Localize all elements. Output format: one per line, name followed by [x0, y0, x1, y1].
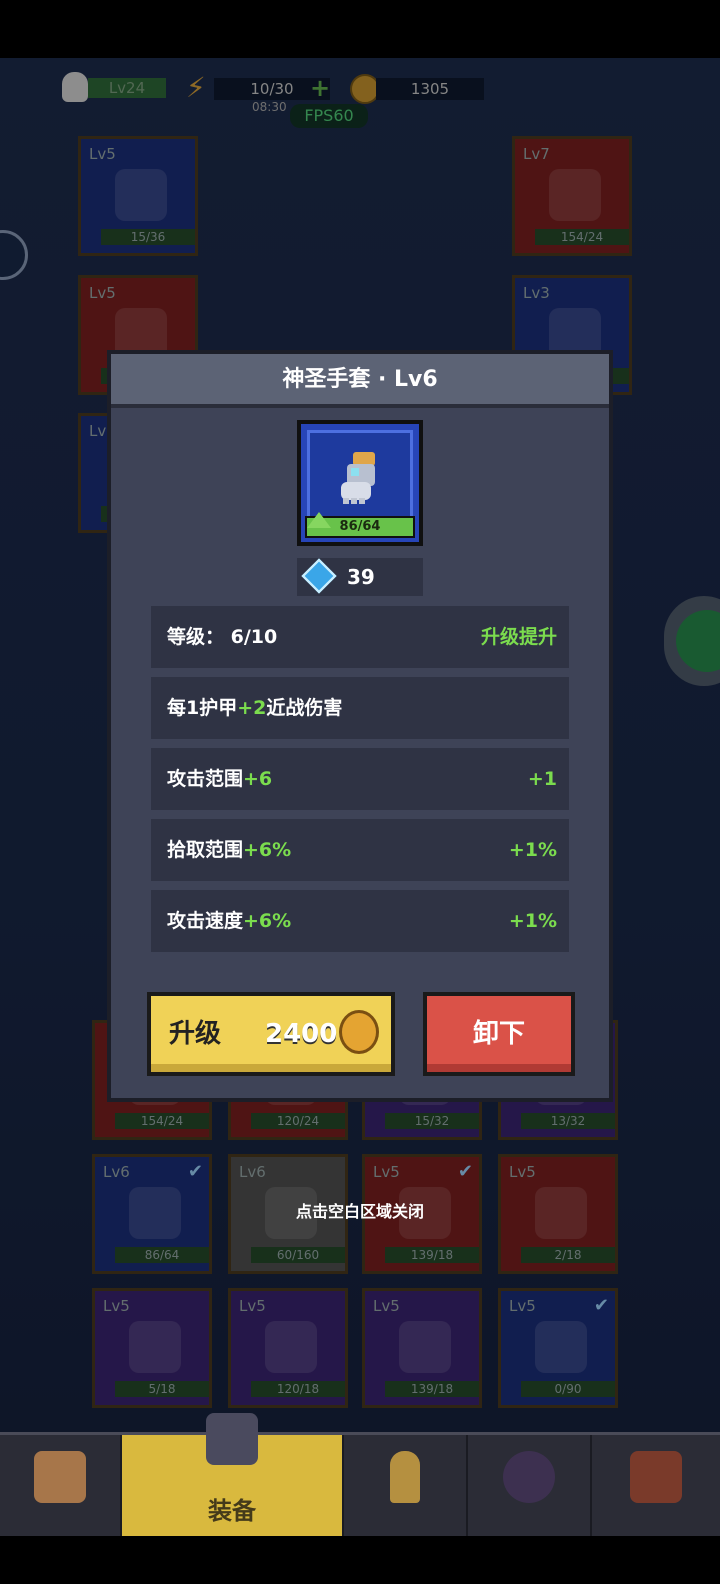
stat-row-attack-speed: 攻击速度+6% +1% [151, 890, 569, 952]
unequip-button[interactable]: 卸下 [423, 992, 575, 1076]
stat-name: 攻击范围+6 [167, 748, 272, 810]
navigation-bar-area [0, 1536, 720, 1584]
armor-icon [206, 1413, 258, 1465]
stat-bonus: +1% [508, 839, 557, 861]
stat-value: +6% [243, 910, 292, 932]
effect-value: +2 [237, 697, 267, 719]
stat-name: 攻击速度+6% [167, 890, 291, 952]
stat-label: 拾取范围 [167, 839, 244, 861]
box-icon [34, 1451, 86, 1503]
stat-row-pickup-range: 拾取范围+6% +1% [151, 819, 569, 881]
gem-cost: 39 [297, 558, 423, 596]
level-row: 等级： 6/10 升级提升 [151, 606, 569, 668]
stat-bonus: +1% [508, 910, 557, 932]
effect-suffix: 近战伤害 [266, 697, 343, 719]
tab-equipment[interactable]: 装备 [122, 1413, 344, 1539]
effect-prefix: 每1护甲 [167, 697, 238, 719]
tab-bullet[interactable] [344, 1435, 468, 1539]
effect-row: 每1护甲+2近战伤害 [151, 677, 569, 739]
stat-value: +6 [243, 768, 273, 790]
item-progress-text: 86/64 [339, 519, 381, 534]
upgrade-button[interactable]: 升级 2400 [147, 992, 395, 1076]
tab-equipment-label: 装备 [208, 1497, 256, 1525]
tab-box[interactable] [0, 1435, 122, 1539]
level-upgrade-hint: 升级提升 [480, 626, 557, 648]
close-hint-text: 点击空白区域关闭 [295, 1202, 424, 1221]
book-icon [630, 1451, 682, 1503]
item-icon-frame: 86/64 [297, 420, 423, 546]
blue-gem-icon [301, 558, 337, 594]
level-label: 等级： [167, 626, 225, 648]
stat-name: 拾取范围+6% [167, 819, 291, 881]
modal-title: 神圣手套 · Lv6 [111, 354, 609, 408]
stat-label: 攻击范围 [167, 768, 244, 790]
gem-count: 39 [347, 565, 375, 589]
bullet-icon [390, 1451, 420, 1503]
stat-value: +6% [243, 839, 292, 861]
level-value: 6/10 [230, 626, 278, 648]
tab-pentagram[interactable] [468, 1435, 592, 1539]
tab-book[interactable] [592, 1435, 720, 1539]
gauntlet-icon [341, 452, 375, 504]
level-text: 等级： 6/10 [167, 606, 277, 668]
gold-coin-icon [339, 1010, 379, 1054]
effect-text: 每1护甲+2近战伤害 [167, 677, 342, 739]
bottom-tab-bar: 装备 [0, 1413, 720, 1539]
stat-bonus: +1 [527, 768, 557, 790]
stat-label: 攻击速度 [167, 910, 244, 932]
item-detail-modal: 神圣手套 · Lv6 86/64 39 等级： 6/10 升级提升 每1护甲+2… [107, 350, 613, 1102]
item-progress-bar: 86/64 [305, 512, 415, 538]
pentagram-icon [503, 1451, 555, 1503]
stat-row-attack-range: 攻击范围+6 +1 [151, 748, 569, 810]
upgrade-cost: 2400 [265, 1019, 338, 1049]
upgrade-label: 升级 [169, 1019, 222, 1049]
